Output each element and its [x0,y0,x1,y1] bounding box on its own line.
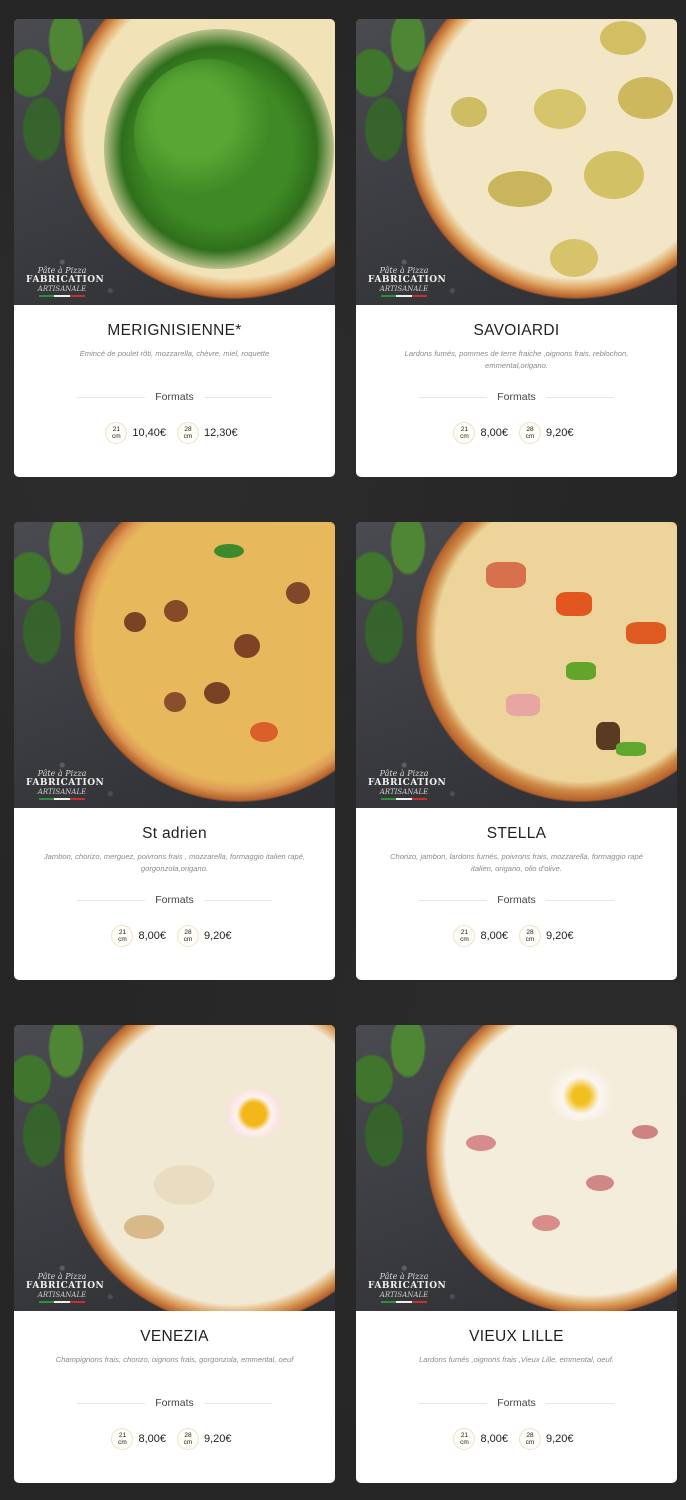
pizza-photo: Pâte à Pizza FABRICATION ARTISANALE [356,19,677,305]
size-badge: 28 cm [519,1428,541,1450]
price-list: 21 cm 8,00€ 28 cm 9,20€ [356,1428,677,1450]
divider [77,1402,146,1404]
artisanal-badge: Pâte à Pizza FABRICATION ARTISANALE [368,769,446,800]
formats-header: Formats [14,894,335,906]
pizza-name: VIEUX LILLE [469,1328,564,1345]
pizza-photo: Pâte à Pizza FABRICATION ARTISANALE [356,1025,677,1311]
pizza-photo: Pâte à Pizza FABRICATION ARTISANALE [356,522,677,808]
size-badge: 28 cm [177,925,199,947]
price: 9,20€ [204,1433,232,1445]
price: 12,30€ [204,427,238,439]
size-badge: 21 cm [453,1428,476,1450]
price: 8,00€ [480,1433,508,1445]
pizza-name: VENEZIA [140,1328,209,1345]
price: 10,40€ [132,427,166,439]
pizza-name: MERIGNISIENNE* [107,322,242,339]
pizza-card[interactable]: Pâte à Pizza FABRICATION ARTISANALE VENE… [14,1025,335,1483]
formats-header: Formats [14,391,335,403]
pizza-name: STELLA [486,825,547,842]
formats-header: Formats [356,1397,677,1409]
price: 9,20€ [546,427,574,439]
divider [77,396,146,398]
pizza-card[interactable]: Pâte à Pizza FABRICATION ARTISANALE MERI… [14,19,335,477]
artisanal-badge: Pâte à Pizza FABRICATION ARTISANALE [368,1272,446,1303]
price: 9,20€ [204,930,232,942]
pizza-description: Emincé de poulet rôti, mozzarella, chèvr… [79,349,270,358]
size-badge: 28 cm [519,925,541,947]
pizza-description: Lardons fumés, pommes de terre fraiche ,… [404,349,629,370]
divider [419,1402,488,1404]
divider [203,1402,272,1404]
pizza-name: SAVOIARDI [473,322,560,339]
divider [545,396,614,398]
price: 8,00€ [138,930,166,942]
divider [545,899,614,901]
formats-header: Formats [356,894,677,906]
divider [545,1402,614,1404]
price-list: 21 cm 8,00€ 28 cm 9,20€ [14,1428,335,1450]
pizza-description: Lardons fumés ,oignons frais ,Vieux Lill… [419,1355,614,1364]
pizza-description: Chorizo, jambon, lardons fumés, poivrons… [390,852,643,873]
price-list: 21 cm 8,00€ 28 cm 9,20€ [356,422,677,444]
size-badge: 28 cm [177,422,199,444]
price: 8,00€ [138,1433,166,1445]
divider [203,396,272,398]
price: 9,20€ [546,930,574,942]
pizza-description: Champignons frais, chorizo, oignons frai… [55,1355,294,1364]
price: 8,00€ [480,930,508,942]
pizza-card[interactable]: Pâte à Pizza FABRICATION ARTISANALE St a… [14,522,335,980]
artisanal-badge: Pâte à Pizza FABRICATION ARTISANALE [368,266,446,297]
size-badge: 28 cm [177,1428,199,1450]
size-badge: 21 cm [111,925,134,947]
size-badge: 21 cm [453,925,476,947]
size-badge: 21 cm [111,1428,134,1450]
artisanal-badge: Pâte à Pizza FABRICATION ARTISANALE [26,1272,104,1303]
pizza-name: St adrien [142,825,207,842]
pizza-card[interactable]: Pâte à Pizza FABRICATION ARTISANALE STEL… [356,522,677,980]
pizza-card[interactable]: Pâte à Pizza FABRICATION ARTISANALE SAVO… [356,19,677,477]
divider [419,396,488,398]
size-badge: 28 cm [519,422,541,444]
price-list: 21 cm 8,00€ 28 cm 9,20€ [14,925,335,947]
price-list: 21 cm 10,40€ 28 cm 12,30€ [14,422,335,444]
size-badge: 21 cm [105,422,128,444]
pizza-photo: Pâte à Pizza FABRICATION ARTISANALE [14,1025,335,1311]
divider [77,899,146,901]
pizza-description: Jambon, chorizo, merguez, poivrons frais… [43,852,306,873]
price-list: 21 cm 8,00€ 28 cm 9,20€ [356,925,677,947]
price: 9,20€ [546,1433,574,1445]
pizza-photo: Pâte à Pizza FABRICATION ARTISANALE [14,522,335,808]
artisanal-badge: Pâte à Pizza FABRICATION ARTISANALE [26,266,104,297]
divider [419,899,488,901]
size-badge: 21 cm [453,422,476,444]
formats-header: Formats [14,1397,335,1409]
price: 8,00€ [480,427,508,439]
pizza-photo: Pâte à Pizza FABRICATION ARTISANALE [14,19,335,305]
divider [203,899,272,901]
pizza-card[interactable]: Pâte à Pizza FABRICATION ARTISANALE VIEU… [356,1025,677,1483]
formats-header: Formats [356,391,677,403]
artisanal-badge: Pâte à Pizza FABRICATION ARTISANALE [26,769,104,800]
